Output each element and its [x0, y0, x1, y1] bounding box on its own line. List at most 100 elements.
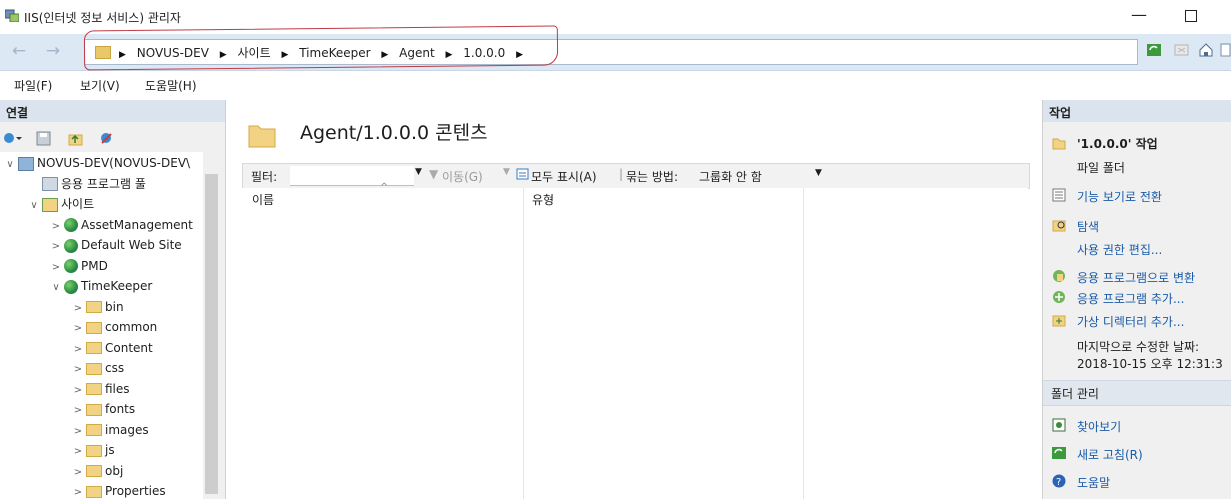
tree-expander-icon[interactable]: > [72, 360, 84, 380]
tree-item[interactable]: > PMD [50, 256, 108, 276]
connections-tree[interactable]: ∨ NOVUS-DEV(NOVUS-DEV\ 응용 프로그램 풀 ∨ 사이트 > Asset… [0, 152, 203, 499]
tree-item-label: images [105, 422, 149, 437]
folder-icon [86, 301, 102, 313]
folder-icon [1052, 136, 1066, 150]
tree-item[interactable]: > js [72, 440, 115, 460]
tree-item[interactable]: > obj [72, 461, 124, 483]
tree-expander-icon[interactable]: ∨ [50, 278, 62, 298]
tree-expander-icon[interactable]: > [72, 319, 84, 339]
tree-item-label: Content [105, 340, 153, 355]
maximize-button[interactable] [1180, 4, 1202, 28]
folder-icon [86, 444, 102, 457]
last-modified-label: 마지막으로 수정한 날짜: [1077, 340, 1200, 354]
actions-item-subtitle: 파일 폴더 [1077, 161, 1125, 175]
add-virtual-directory-link[interactable]: 가상 디렉터리 추가... [1077, 313, 1184, 330]
website-globe-icon [64, 279, 78, 294]
tree-item[interactable]: > files [72, 379, 130, 399]
refresh-nav-icon[interactable] [1146, 42, 1162, 58]
back-button[interactable]: ← [6, 40, 32, 64]
save-icon[interactable] [36, 131, 51, 146]
menu-file[interactable]: 파일(F) [14, 77, 52, 94]
help-nav-icon[interactable] [1220, 42, 1231, 58]
tree-item[interactable]: ∨ 사이트 [28, 194, 94, 214]
tree-item-label: css [105, 361, 125, 375]
actions-panel: 작업 '1.0.0.0' 작업 파일 폴더 기능 보기로 전환 탐색 사용 권한… [1042, 100, 1231, 499]
folder-icon [86, 485, 102, 498]
tree-expander-icon[interactable]: > [72, 401, 84, 421]
show-all-button[interactable]: 모두 표시(A) [531, 168, 597, 185]
refresh-link[interactable]: 새로 고침(R) [1077, 446, 1143, 463]
tree-item[interactable]: > common [72, 317, 157, 337]
tree-expander-icon[interactable]: > [72, 381, 84, 401]
group-by-select[interactable]: 그룹화 안 함 [699, 168, 762, 185]
tree-expander-icon[interactable]: ∨ [28, 196, 40, 216]
go-dropdown-icon[interactable]: ▼ [503, 167, 510, 177]
connect-icon[interactable] [3, 131, 22, 146]
tree-expander-icon[interactable]: > [50, 217, 62, 237]
disconnect-icon[interactable] [99, 131, 114, 146]
help-link[interactable]: 도움말 [1077, 474, 1110, 491]
explore-link[interactable]: 탐색 [1077, 218, 1099, 235]
connections-panel: 연결 ∨ NOVUS-DEV(NOVUS-DEV\ 응용 프로그램 풀 ∨ 사이트 > As… [0, 100, 226, 499]
tree-item-label: 사이트 [61, 197, 95, 211]
home-icon[interactable] [1198, 42, 1214, 58]
tree-item[interactable]: > fonts [72, 399, 135, 419]
tree-item[interactable]: 응용 프로그램 풀 [28, 174, 146, 194]
up-folder-icon[interactable] [68, 131, 83, 146]
tree-expander-icon[interactable]: > [72, 483, 84, 499]
tree-expander-icon[interactable]: > [72, 299, 84, 319]
tree-item[interactable]: > css [72, 358, 124, 378]
menu-view[interactable]: 보기(V) [80, 77, 120, 94]
tree-item[interactable]: > Content [72, 338, 153, 358]
add-app-link[interactable]: 응용 프로그램 추가... [1077, 290, 1184, 307]
sites-icon [42, 197, 58, 212]
column-name-header[interactable]: 이름 [252, 191, 274, 208]
tree-expander-icon[interactable]: > [50, 237, 62, 257]
tree-scrollbar-thumb[interactable] [205, 174, 218, 494]
group-by-dropdown-icon[interactable]: ▼ [815, 168, 822, 178]
tree-item[interactable]: ∨ TimeKeeper [50, 276, 152, 296]
switch-view-link[interactable]: 기능 보기로 전환 [1077, 188, 1162, 205]
browse-icon [1052, 418, 1066, 432]
tree-item[interactable]: > AssetManagement [50, 215, 193, 235]
website-globe-icon [64, 259, 78, 273]
svg-text:?: ? [1056, 477, 1061, 488]
convert-to-app-link[interactable]: 응용 프로그램으로 변환 [1077, 269, 1195, 286]
filter-dropdown-arrow-icon[interactable]: ▼ [415, 167, 422, 177]
tree-item-label: bin [105, 299, 124, 314]
go-button[interactable]: 이동(G) [442, 168, 483, 185]
group-by-label: 묶는 방법: [626, 170, 679, 184]
tree-item[interactable]: > bin [72, 297, 124, 317]
stop-icon[interactable] [1174, 42, 1190, 58]
tree-item-label: Default Web Site [81, 238, 182, 252]
folder-icon [247, 120, 277, 150]
iis-app-icon [4, 9, 20, 23]
tree-expander-icon[interactable]: > [72, 442, 84, 462]
edit-permissions-link[interactable]: 사용 권한 편집... [1077, 241, 1162, 258]
tree-item-label: obj [105, 463, 124, 478]
browse-link[interactable]: 찾아보기 [1077, 418, 1121, 435]
tree-item[interactable]: > Properties [72, 481, 166, 499]
folder-icon [86, 424, 102, 436]
tree-expander-icon[interactable]: > [50, 258, 62, 278]
tree-item[interactable]: ∨ NOVUS-DEV(NOVUS-DEV\ [4, 153, 190, 173]
tree-item-label: 응용 프로그램 풀 [61, 176, 146, 191]
menu-bar: 파일(F) 보기(V) 도움말(H) [0, 71, 1231, 97]
tree-expander-icon[interactable]: ∨ [4, 155, 16, 175]
minimize-button[interactable]: — [1128, 4, 1150, 28]
add-virtual-directory-icon [1052, 313, 1066, 327]
column-type-header[interactable]: 유형 [532, 191, 554, 208]
tree-expander-icon[interactable]: > [72, 463, 84, 483]
menu-help[interactable]: 도움말(H) [145, 77, 197, 94]
tree-item[interactable]: > Default Web Site [50, 235, 182, 255]
tree-expander-icon[interactable]: > [72, 422, 84, 442]
server-icon [18, 156, 34, 171]
tree-expander-icon[interactable]: > [72, 340, 84, 360]
tree-item[interactable]: > images [72, 420, 149, 440]
sort-arrow-icon: ^ [380, 182, 389, 193]
column-divider [803, 188, 804, 499]
forward-button[interactable]: → [40, 40, 66, 64]
app-pool-icon [42, 177, 58, 191]
filter-input[interactable] [290, 166, 414, 186]
filter-label: 필터: [251, 170, 278, 184]
